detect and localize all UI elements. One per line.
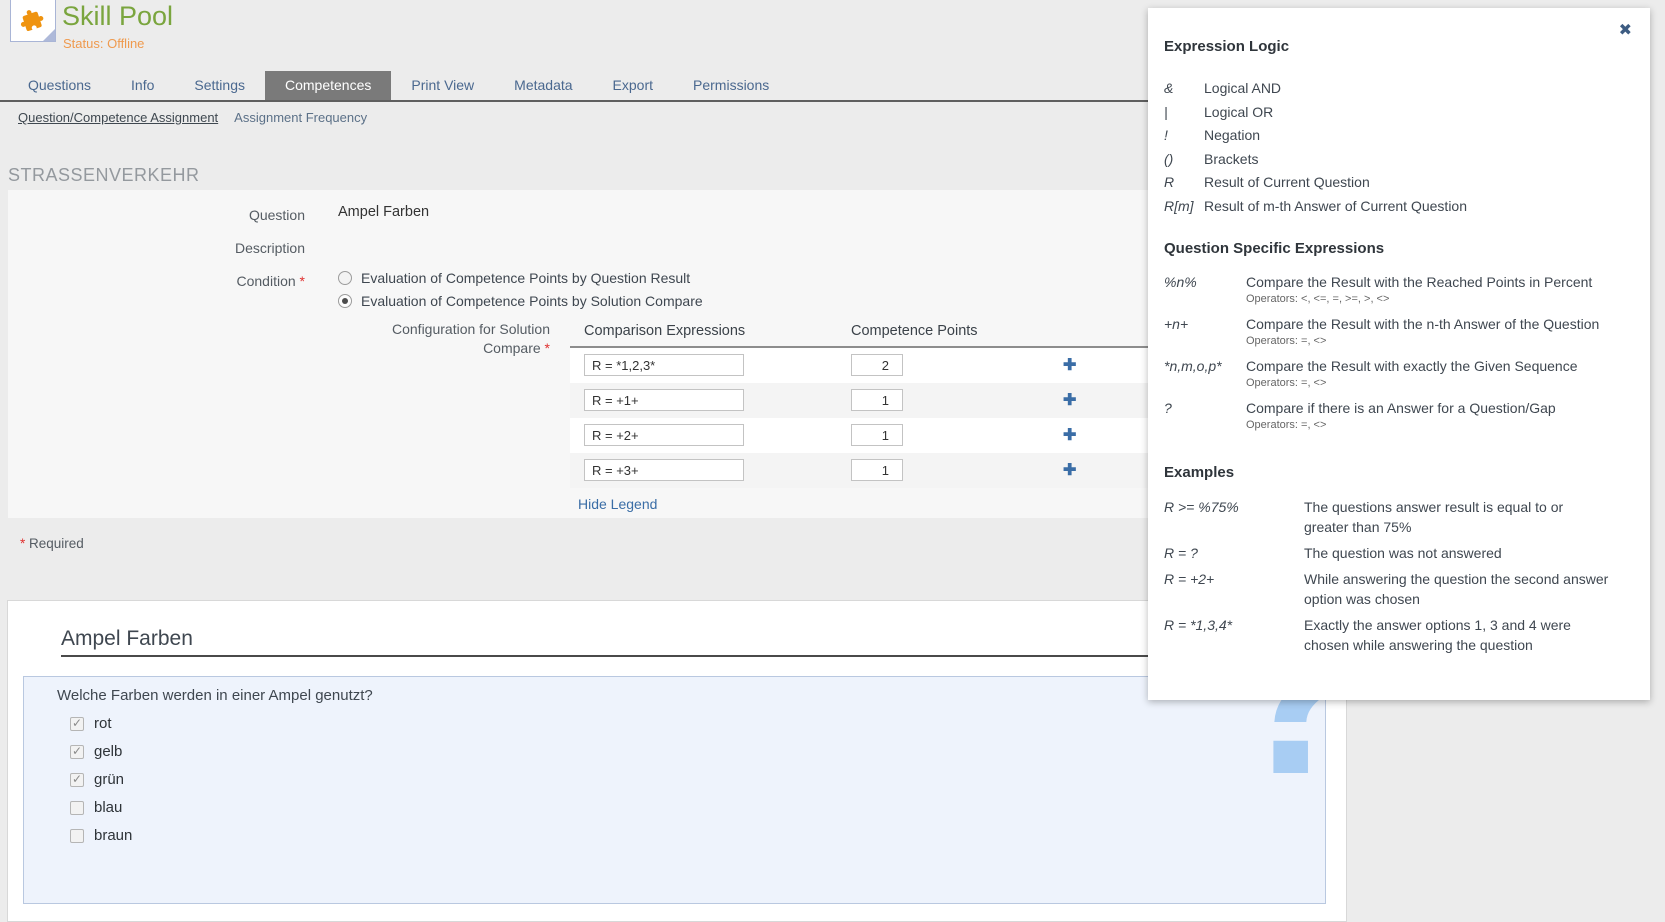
legend-item: R[m] Result of m-th Answer of Current Qu…	[1164, 195, 1630, 219]
description-label: Description	[8, 240, 305, 256]
condition-option-solution-compare[interactable]: Evaluation of Competence Points by Solut…	[338, 293, 703, 309]
expression-logic-list: & Logical AND | Logical OR ! Negation ()…	[1164, 77, 1630, 218]
section-title: STRASSENVERKEHR	[8, 165, 200, 186]
tab-bar-underline	[0, 100, 1347, 102]
tab-print-view[interactable]: Print View	[391, 71, 494, 100]
legend-panel: ✖ Expression Logic & Logical AND | Logic…	[1148, 8, 1650, 700]
radio-label: Evaluation of Competence Points by Quest…	[361, 270, 690, 286]
tab-info[interactable]: Info	[111, 71, 174, 100]
tab-metadata[interactable]: Metadata	[494, 71, 592, 100]
tab-questions[interactable]: Questions	[8, 71, 111, 100]
answer-option-gruen[interactable]: grün	[70, 771, 124, 788]
condition-label: Condition *	[8, 273, 305, 289]
tab-permissions[interactable]: Permissions	[673, 71, 789, 100]
table-row: ✚	[570, 383, 1158, 418]
legend-item: %n% Compare the Result with the Reached …	[1164, 273, 1630, 307]
expression-input[interactable]	[584, 389, 744, 411]
points-input[interactable]	[851, 389, 903, 411]
subnav-question-competence-assignment[interactable]: Question/Competence Assignment	[18, 110, 218, 125]
expression-input[interactable]	[584, 459, 744, 481]
add-row-button[interactable]: ✚	[1063, 425, 1076, 445]
option-label: blau	[94, 799, 122, 816]
required-asterisk: *	[300, 273, 305, 289]
option-label: grün	[94, 771, 124, 788]
page-title: Skill Pool	[62, 1, 173, 32]
checkbox-blau[interactable]	[70, 801, 84, 815]
puzzle-icon	[15, 3, 50, 38]
answer-option-blau[interactable]: blau	[70, 799, 122, 816]
table-row: ✚	[570, 453, 1158, 488]
operators-note: Operators: <, <=, =, >=, >, <>	[1246, 292, 1592, 307]
legend-item: +n+ Compare the Result with the n-th Ans…	[1164, 315, 1630, 349]
table-row: ✚	[570, 348, 1158, 383]
status-badge: Status: Offline	[63, 36, 144, 51]
close-icon[interactable]: ✖	[1619, 20, 1632, 40]
radio-solution-compare[interactable]	[338, 294, 352, 308]
legend-item: R = *1,3,4* Exactly the answer options 1…	[1164, 615, 1630, 655]
checkbox-rot[interactable]	[70, 717, 84, 731]
required-asterisk: *	[20, 536, 25, 551]
tab-competences[interactable]: Competences	[265, 71, 391, 100]
legend-heading-examples: Examples	[1164, 464, 1630, 481]
tab-settings[interactable]: Settings	[174, 71, 265, 100]
option-label: gelb	[94, 743, 122, 760]
legend-item: R Result of Current Question	[1164, 171, 1630, 195]
legend-item: *n,m,o,p* Compare the Result with exactl…	[1164, 357, 1630, 391]
comparison-table-header: Comparison Expressions Competence Points	[570, 308, 1158, 348]
legend-item: R = +2+ While answering the question the…	[1164, 569, 1630, 609]
radio-label: Evaluation of Competence Points by Solut…	[361, 293, 703, 309]
add-row-button[interactable]: ✚	[1063, 460, 1076, 480]
legend-heading-expression-logic: Expression Logic	[1164, 38, 1630, 55]
question-preview-box: Welche Farben werden in einer Ampel genu…	[23, 676, 1326, 904]
question-value: Ampel Farben	[338, 204, 429, 220]
comparison-table: Comparison Expressions Competence Points…	[570, 308, 1158, 488]
operators-note: Operators: =, <>	[1246, 376, 1578, 391]
table-row: ✚	[570, 418, 1158, 453]
radio-question-result[interactable]	[338, 271, 352, 285]
expression-input[interactable]	[584, 424, 744, 446]
legend-item: & Logical AND	[1164, 77, 1630, 101]
checkbox-braun[interactable]	[70, 829, 84, 843]
answer-option-gelb[interactable]: gelb	[70, 743, 122, 760]
tab-export[interactable]: Export	[593, 71, 673, 100]
legend-item: | Logical OR	[1164, 101, 1630, 125]
legend-item: R >= %75% The questions answer result is…	[1164, 497, 1630, 537]
answer-option-braun[interactable]: braun	[70, 827, 132, 844]
competence-assignment-form: Question Ampel Farben Description Condit…	[8, 190, 1347, 518]
app-puzzle-icon	[10, 0, 56, 42]
subnav-assignment-frequency[interactable]: Assignment Frequency	[234, 110, 367, 125]
add-row-button[interactable]: ✚	[1063, 355, 1076, 375]
question-label: Question	[8, 207, 305, 223]
points-input[interactable]	[851, 424, 903, 446]
checkbox-gruen[interactable]	[70, 773, 84, 787]
points-input[interactable]	[851, 354, 903, 376]
configuration-label: Configuration for Solution Compare *	[8, 320, 550, 358]
tab-bar: Questions Info Settings Competences Prin…	[8, 71, 789, 100]
preview-title: Ampel Farben	[61, 627, 1294, 657]
operators-note: Operators: =, <>	[1246, 418, 1556, 433]
question-preview-card: Ampel Farben Welche Farben werden in ein…	[7, 600, 1347, 922]
legend-item: R = ? The question was not answered	[1164, 543, 1630, 563]
legend-item: () Brackets	[1164, 148, 1630, 172]
legend-item: ? Compare if there is an Answer for a Qu…	[1164, 399, 1630, 433]
sub-navigation: Question/Competence Assignment Assignmen…	[18, 110, 367, 125]
required-asterisk: *	[545, 340, 550, 356]
expression-input[interactable]	[584, 354, 744, 376]
option-label: braun	[94, 827, 132, 844]
checkbox-gelb[interactable]	[70, 745, 84, 759]
points-input[interactable]	[851, 459, 903, 481]
answer-option-rot[interactable]: rot	[70, 715, 112, 732]
skill-pool-page: Skill Pool Status: Offline Questions Inf…	[0, 0, 1665, 922]
hide-legend-link[interactable]: Hide Legend	[578, 496, 657, 512]
legend-heading-question-specific: Question Specific Expressions	[1164, 240, 1630, 257]
add-row-button[interactable]: ✚	[1063, 390, 1076, 410]
preview-question-text: Welche Farben werden in einer Ampel genu…	[57, 687, 373, 704]
required-note: * Required	[20, 536, 84, 551]
condition-option-question-result[interactable]: Evaluation of Competence Points by Quest…	[338, 270, 690, 286]
option-label: rot	[94, 715, 112, 732]
col-header-competence-points: Competence Points	[851, 323, 978, 339]
operators-note: Operators: =, <>	[1246, 334, 1599, 349]
col-header-comparison-expressions: Comparison Expressions	[584, 323, 745, 339]
legend-item: ! Negation	[1164, 124, 1630, 148]
